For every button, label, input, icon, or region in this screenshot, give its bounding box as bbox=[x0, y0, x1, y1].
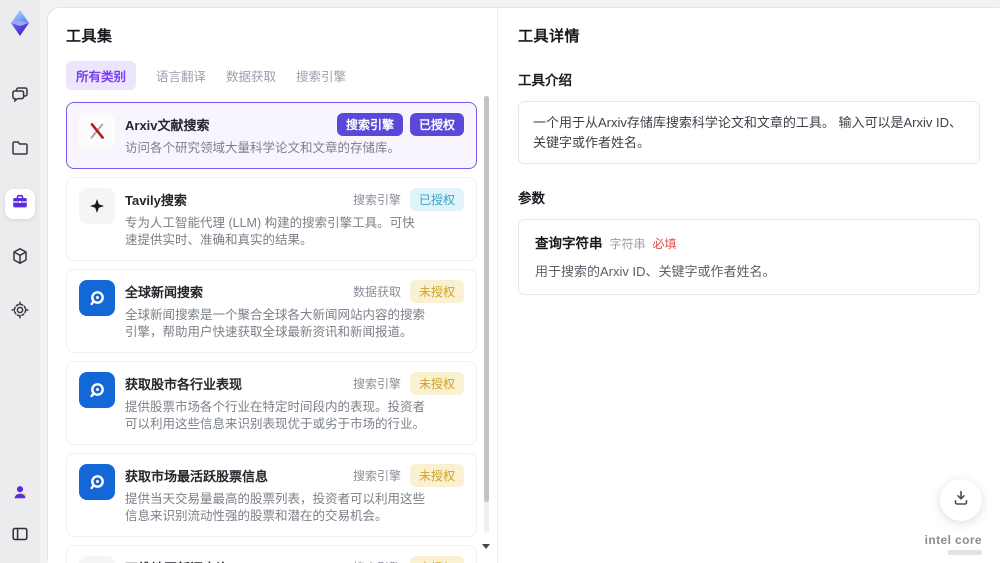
tool-description: 访问各个研究领域大量科学论文和文章的存储库。 bbox=[125, 141, 401, 155]
sidebar-bottom bbox=[0, 479, 40, 551]
tool-list-item-tavily[interactable]: Tavily搜索 搜索引擎 已授权 专为人工智能代理 (LLM) 构建的搜索引擎… bbox=[66, 176, 477, 261]
collapse-sidebar-button[interactable] bbox=[5, 521, 35, 551]
intel-core-logo: intel core bbox=[925, 533, 982, 555]
chat-icon bbox=[10, 84, 30, 109]
category-badge: 搜索引擎 bbox=[336, 113, 403, 136]
category-label: 数据获取 bbox=[352, 284, 401, 299]
tavily-icon bbox=[79, 187, 115, 224]
auth-status-badge: 已授权 bbox=[409, 187, 464, 211]
download-icon bbox=[951, 488, 971, 513]
sidebar-item-files[interactable] bbox=[5, 135, 35, 165]
app-window: 工具集 所有类别 语言翻译 数据获取 搜索引擎 Arxiv文献搜索 搜索引擎 已… bbox=[0, 0, 1000, 563]
tool-description: 专为人工智能代理 (LLM) 构建的搜索引擎工具。可快速提供实时、准确和真实的结… bbox=[125, 215, 415, 248]
tool-details-panel: 工具详情 工具介绍 一个用于从Arxiv存储库搜索科学论文和文章的工具。 输入可… bbox=[498, 8, 1000, 563]
auth-status-badge: 未授权 bbox=[409, 463, 464, 487]
tool-list-item-sector-performance[interactable]: 获取股市各行业表现 搜索引擎 未授权 提供股票市场各个行业在特定时间段内的表现。… bbox=[66, 360, 477, 445]
tool-description: 提供股票市场各个行业在特定时间段内的表现。投资者可以利用这些信息来识别表现优于或… bbox=[125, 399, 426, 432]
gear-icon bbox=[10, 300, 30, 325]
user-icon bbox=[10, 482, 30, 507]
tool-list-item-arxiv[interactable]: Arxiv文献搜索 搜索引擎 已授权 访问各个研究领域大量科学论文和文章的存储库… bbox=[66, 102, 477, 169]
sidebar-item-chat[interactable] bbox=[5, 81, 35, 111]
tab-data-acquisition[interactable]: 数据获取 bbox=[226, 61, 276, 90]
tool-name: 全球新闻搜索 bbox=[125, 284, 204, 300]
intel-core-subline bbox=[948, 550, 982, 555]
scrollbar-thumb[interactable] bbox=[484, 96, 489, 503]
user-avatar[interactable] bbox=[5, 479, 35, 509]
scroll-down-icon[interactable] bbox=[482, 544, 490, 549]
tool-description: 全球新闻搜索是一个聚合全球各大新闻网站内容的搜索引擎，帮助用户快速获取全球最新资… bbox=[125, 307, 426, 340]
tool-name: Tavily搜索 bbox=[125, 192, 187, 208]
tool-name: 万维地区新闻查询 bbox=[125, 556, 351, 563]
category-label: 搜索引擎 bbox=[352, 376, 401, 391]
tab-all-categories[interactable]: 所有类别 bbox=[66, 61, 137, 90]
param-required-badge: 必填 bbox=[652, 237, 677, 251]
panel-toggle-icon bbox=[10, 524, 30, 549]
category-label: 搜索引擎 bbox=[351, 556, 403, 563]
newspaper-icon bbox=[79, 555, 115, 563]
app-logo-icon[interactable] bbox=[6, 9, 34, 37]
tool-name: 获取股市各行业表现 bbox=[125, 376, 243, 392]
category-label: 搜索引擎 bbox=[352, 192, 401, 207]
tool-list-item-global-news[interactable]: 全球新闻搜索 数据获取 未授权 全球新闻搜索是一个聚合全球各大新闻网站内容的搜索… bbox=[66, 268, 477, 353]
tool-list: Arxiv文献搜索 搜索引擎 已授权 访问各个研究领域大量科学论文和文章的存储库… bbox=[66, 102, 477, 563]
sidebar-item-settings[interactable] bbox=[5, 297, 35, 327]
arxiv-icon bbox=[79, 113, 115, 149]
auth-status-badge: 未授权 bbox=[409, 555, 464, 563]
tool-intro-box: 一个用于从Arxiv存储库搜索科学论文和文章的工具。 输入可以是Arxiv ID… bbox=[518, 101, 980, 164]
sidebar bbox=[0, 0, 40, 563]
main-card: 工具集 所有类别 语言翻译 数据获取 搜索引擎 Arxiv文献搜索 搜索引擎 已… bbox=[48, 8, 1000, 563]
intel-core-text: intel core bbox=[924, 533, 982, 547]
sidebar-item-plugins[interactable] bbox=[5, 243, 35, 273]
toolbox-icon bbox=[10, 192, 30, 217]
category-label: 搜索引擎 bbox=[352, 468, 401, 483]
stock-search-icon bbox=[79, 371, 115, 408]
param-description: 用于搜索的Arxiv ID、关键字或作者姓名。 bbox=[535, 264, 776, 279]
parameter-card: 查询字符串 字符串 必填 用于搜索的Arxiv ID、关键字或作者姓名。 bbox=[518, 219, 980, 295]
tool-name: Arxiv文献搜索 bbox=[125, 118, 210, 133]
tool-list-scrollbar[interactable] bbox=[484, 96, 489, 533]
auth-status-badge: 已授权 bbox=[409, 113, 464, 136]
params-heading: 参数 bbox=[518, 191, 545, 206]
sidebar-nav bbox=[5, 81, 35, 327]
tool-description: 提供当天交易量最高的股票列表，投资者可以利用这些信息来识别流动性强的股票和潜在的… bbox=[125, 491, 426, 524]
auth-status-badge: 未授权 bbox=[409, 279, 464, 303]
tool-list-item-most-active-stocks[interactable]: 获取市场最活跃股票信息 搜索引擎 未授权 提供当天交易量最高的股票列表，投资者可… bbox=[66, 452, 477, 537]
param-type: 字符串 bbox=[609, 237, 646, 251]
auth-status-badge: 未授权 bbox=[409, 371, 464, 395]
sidebar-item-toolset[interactable] bbox=[5, 189, 35, 219]
tool-list-item-regional-news[interactable]: 万维地区新闻查询 搜索引擎 未授权 查询具体行政区划内的新闻，快速了解各地新闻动 bbox=[66, 544, 477, 563]
download-button[interactable] bbox=[940, 479, 982, 521]
tools-panel: 工具集 所有类别 语言翻译 数据获取 搜索引擎 Arxiv文献搜索 搜索引擎 已… bbox=[48, 8, 497, 563]
stock-search-icon bbox=[79, 463, 115, 500]
param-name: 查询字符串 bbox=[535, 236, 603, 251]
tab-search-engine[interactable]: 搜索引擎 bbox=[296, 61, 346, 90]
category-tabs: 所有类别 语言翻译 数据获取 搜索引擎 bbox=[66, 61, 477, 90]
folder-icon bbox=[10, 138, 30, 163]
tab-language-translation[interactable]: 语言翻译 bbox=[156, 61, 206, 90]
intro-heading: 工具介绍 bbox=[518, 73, 572, 88]
page-title: 工具集 bbox=[66, 28, 113, 45]
details-title: 工具详情 bbox=[518, 28, 581, 45]
tool-name: 获取市场最活跃股票信息 bbox=[125, 468, 269, 484]
cube-icon bbox=[10, 246, 30, 271]
news-search-icon bbox=[79, 279, 115, 316]
